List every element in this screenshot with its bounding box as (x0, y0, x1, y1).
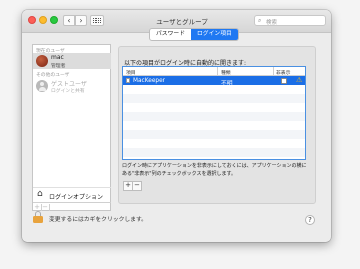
empty-row (123, 94, 305, 103)
login-items-table[interactable]: 項目 種類 非表示 MacKeeper 不明 ⚠ (122, 66, 306, 160)
table-header: 項目 種類 非表示 (123, 67, 305, 76)
empty-row (123, 112, 305, 121)
app-document-icon (126, 77, 130, 83)
user-role: 管理者 (51, 63, 66, 69)
lock-text: 変更するにはカギをクリックします。 (49, 217, 147, 223)
user-item-mac[interactable]: mac 管理者 (33, 53, 111, 69)
guest-avatar-icon (36, 80, 48, 92)
column-header-hidden[interactable]: 非表示 (276, 69, 290, 76)
close-button[interactable] (28, 16, 36, 24)
sidebar-add-remove: + − (33, 202, 111, 212)
login-options-label: ログインオプション (49, 194, 104, 201)
item-kind: 不明 (221, 80, 233, 87)
lock-icon[interactable] (33, 211, 43, 223)
tab-login-items[interactable]: ログイン項目 (191, 29, 238, 40)
remove-login-item-button[interactable]: − (133, 182, 141, 190)
user-item-guest[interactable]: ゲストユーザ ログインと共有 (33, 78, 111, 94)
window-title: ユーザとグループ (156, 18, 208, 26)
house-icon: ⌂ (37, 189, 43, 199)
remove-user-button[interactable]: − (41, 204, 50, 211)
users-sidebar: 現在のユーザ mac 管理者 その他のユーザ ゲストユーザ ログインと共有 ⌂ … (32, 44, 111, 211)
item-name: MacKeeper (133, 77, 166, 84)
column-header-item[interactable]: 項目 (126, 69, 136, 76)
empty-row (123, 130, 305, 139)
hide-checkbox[interactable] (281, 77, 287, 84)
other-users-header: その他のユーザ (36, 73, 70, 78)
table-row[interactable]: MacKeeper 不明 ⚠ (123, 75, 305, 87)
column-header-kind[interactable]: 種類 (221, 69, 231, 76)
tab-bar: パスワード ログイン項目 (149, 28, 239, 41)
user-name: mac (51, 54, 64, 61)
search-field[interactable]: ⌕ 検索 (254, 15, 326, 26)
tab-password[interactable]: パスワード (150, 29, 191, 40)
show-all-button[interactable] (90, 15, 104, 26)
add-login-item-button[interactable]: + (124, 182, 133, 190)
back-button[interactable]: ‹ (63, 15, 75, 26)
hide-note: ログイン時にアプリケーションを非表示にしておくには、アプリケーションの横にある"… (122, 163, 307, 177)
search-placeholder: 検索 (266, 20, 278, 26)
login-options-item[interactable]: ⌂ ログインオプション (33, 187, 111, 202)
forward-button[interactable]: › (75, 15, 87, 26)
minimize-button[interactable] (39, 16, 47, 24)
chevron-left-icon: ‹ (67, 15, 71, 25)
warning-icon: ⚠ (296, 75, 303, 84)
avatar (36, 55, 48, 67)
chevron-right-icon: › (79, 15, 83, 25)
login-items-add-remove: + − (123, 181, 142, 191)
help-button[interactable]: ? (305, 215, 315, 225)
user-role: ログインと共有 (51, 88, 85, 94)
search-icon: ⌕ (258, 17, 262, 24)
zoom-button[interactable] (50, 16, 58, 24)
empty-row (123, 148, 305, 157)
